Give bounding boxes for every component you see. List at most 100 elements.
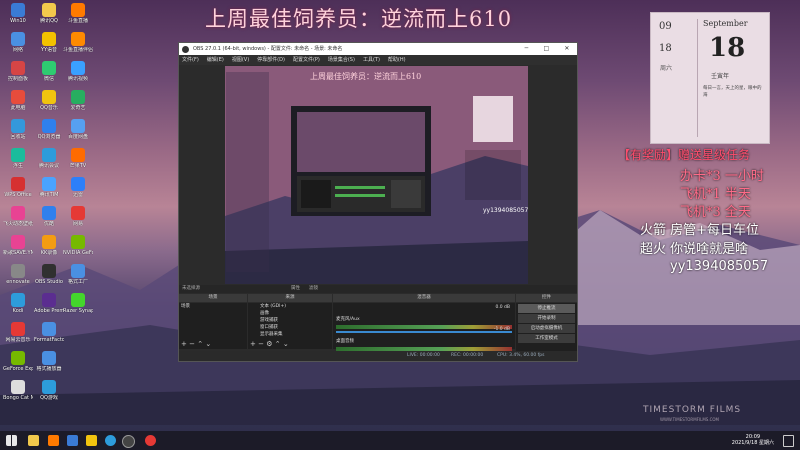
desktop-icon[interactable]: 回收站 xyxy=(3,119,33,140)
move-down-icon[interactable]: ⌄ xyxy=(283,340,289,348)
app-icon xyxy=(71,148,85,162)
stop-streaming-button[interactable]: 停止推流 xyxy=(518,304,575,313)
desktop-icon[interactable]: 腾讯会议 xyxy=(34,148,64,169)
desktop-icon[interactable]: 格式播放器 xyxy=(34,351,64,372)
properties-button[interactable]: 属性 xyxy=(291,285,300,293)
remove-source-icon[interactable]: − xyxy=(258,340,264,348)
windows-start-icon[interactable] xyxy=(6,435,17,446)
desktop-icon-label: 控制面板 xyxy=(7,76,28,82)
menu-view[interactable]: 视图(V) xyxy=(232,55,249,65)
gear-icon[interactable]: ⚙ xyxy=(266,340,272,348)
desktop-icon[interactable]: Adobe Premiere xyxy=(34,293,64,314)
source-item[interactable]: 文本 (GDI+) xyxy=(248,303,332,310)
preview-background xyxy=(225,66,528,284)
desktop-icon-label: 此电脑 xyxy=(10,105,26,111)
desktop-icon[interactable]: FormatFactory xyxy=(34,322,64,343)
desktop-icon[interactable]: 斗鱼直播伴侣 xyxy=(63,32,93,53)
desktop-icon[interactable]: 芒果TV xyxy=(63,148,93,169)
desktop-icon[interactable]: 斗鱼直播 xyxy=(63,3,93,24)
desktop-icon[interactable]: 格式工厂 xyxy=(63,264,93,285)
studio-mode-button[interactable]: 工作室模式 xyxy=(518,334,575,343)
desktop-icon[interactable]: QQ浏览器 xyxy=(34,119,64,140)
add-source-icon[interactable]: + xyxy=(250,340,256,348)
move-up-icon[interactable]: ⌃ xyxy=(197,340,203,348)
obs-taskbar-icon[interactable] xyxy=(122,435,135,448)
app-icon xyxy=(42,148,56,162)
desktop-icon[interactable]: QQ音乐 xyxy=(34,90,64,111)
desktop-icon[interactable]: 迅雷 xyxy=(63,177,93,198)
desktop-icon[interactable]: 浮生 xyxy=(3,148,33,169)
controls-header: 控件 xyxy=(516,294,577,302)
source-item[interactable]: 显示器采集 xyxy=(248,331,332,338)
desktop-icon-label: 浮生 xyxy=(12,163,23,169)
move-up-icon[interactable]: ⌃ xyxy=(275,340,281,348)
desktop-icon[interactable]: ennovate xyxy=(3,264,33,285)
desktop-icon[interactable]: 腾讯TIM xyxy=(34,177,64,198)
desktop-icon[interactable]: 飞火动态壁纸 xyxy=(3,206,33,227)
desktop-icon[interactable]: Bongo Cat Mver.exe xyxy=(3,380,33,401)
live-timer: LIVE: 00:00:00 xyxy=(407,353,440,358)
obs-preview[interactable]: 上周最佳饲养员：逆流而上610 yy1394085057 xyxy=(225,66,528,284)
desktop-icon[interactable]: 此电脑 xyxy=(3,90,33,111)
desktop-icon[interactable]: 百度网盘 xyxy=(63,119,93,140)
desktop-icon[interactable]: 网易 xyxy=(63,206,93,227)
menu-profile[interactable]: 配置文件(P) xyxy=(293,55,320,65)
desktop-icon[interactable]: 腾讯视频 xyxy=(63,61,93,82)
add-scene-icon[interactable]: + xyxy=(181,340,187,348)
menu-tools[interactable]: 工具(T) xyxy=(363,55,380,65)
reward-line-2: 飞机*1 半天 xyxy=(680,187,751,202)
desktop-icon[interactable]: QQ游戏 xyxy=(34,380,64,401)
checkmark-taskbar-icon[interactable] xyxy=(67,435,78,446)
desktop-icon[interactable]: 控制面板 xyxy=(3,61,33,82)
app-icon xyxy=(71,235,85,249)
filters-button[interactable]: 滤镜 xyxy=(309,285,318,293)
desktop-icon[interactable]: 爱奇艺 xyxy=(63,90,93,111)
desktop-icon[interactable]: 新歌SAVE.YM xyxy=(3,235,33,256)
desktop-icon[interactable]: 网络 xyxy=(3,32,33,53)
menu-edit[interactable]: 编辑(E) xyxy=(207,55,224,65)
folder-taskbar-icon[interactable] xyxy=(86,435,97,446)
menu-docks[interactable]: 停靠部件(D) xyxy=(257,55,285,65)
desktop-icon[interactable]: Razer Synapse xyxy=(63,293,93,314)
notification-icon[interactable] xyxy=(783,435,794,447)
desktop-icon[interactable]: 腾讯QQ xyxy=(34,3,64,24)
scene-item[interactable]: 场景 xyxy=(179,303,247,310)
desktop-icon[interactable]: GeForce Experience xyxy=(3,351,33,372)
desktop-icon[interactable]: NVIDIA GeForce xyxy=(63,235,93,256)
remove-scene-icon[interactable]: − xyxy=(189,340,195,348)
start-recording-button[interactable]: 开始录制 xyxy=(518,314,575,323)
desktop-icon-label: 爱奇艺 xyxy=(70,105,86,111)
menu-scene-collection[interactable]: 场景集合(S) xyxy=(328,55,355,65)
source-item[interactable]: 游戏捕获 xyxy=(248,317,332,324)
source-item[interactable]: 窗口捕获 xyxy=(248,324,332,331)
desktop-icon[interactable]: OBS Studio xyxy=(34,264,64,285)
virtual-camera-button[interactable]: 启动虚拟摄像机 xyxy=(518,324,575,333)
desktop-icon[interactable]: Kodi xyxy=(3,293,33,314)
app-icon xyxy=(11,293,25,307)
obs-title: OBS 27.0.1 (64-bit, windows) - 配置文件: 未命名… xyxy=(193,46,343,52)
desktop-icon[interactable]: 微信 xyxy=(34,61,64,82)
calendar-day: 18 xyxy=(659,43,672,54)
obs-window[interactable]: OBS 27.0.1 (64-bit, windows) - 配置文件: 未命名… xyxy=(178,42,578,362)
desktop-icon-label: 网络 xyxy=(12,47,23,53)
menu-file[interactable]: 文件(F) xyxy=(182,55,199,65)
netease-taskbar-icon[interactable] xyxy=(145,435,156,446)
desktop-icon[interactable]: 网易云音乐 xyxy=(3,322,33,343)
browser-taskbar-icon[interactable] xyxy=(105,435,116,446)
menu-help[interactable]: 帮助(H) xyxy=(388,55,406,65)
taskbar-clock[interactable]: 20:09 2021/9/18 星期六 xyxy=(732,434,774,446)
desktop-icon[interactable]: WPS Office xyxy=(3,177,33,198)
obs-titlebar[interactable]: OBS 27.0.1 (64-bit, windows) - 配置文件: 未命名… xyxy=(179,43,577,55)
desktop-icon[interactable]: Win10 xyxy=(3,3,33,24)
close-button[interactable]: ✕ xyxy=(564,43,569,55)
maximize-button[interactable]: □ xyxy=(543,43,549,55)
douyu-taskbar-icon[interactable] xyxy=(48,435,59,446)
desktop-icon[interactable]: YY语音 xyxy=(34,32,64,53)
qq-taskbar-icon[interactable] xyxy=(28,435,39,446)
app-icon xyxy=(11,3,25,17)
source-item[interactable]: 画像 xyxy=(248,310,332,317)
desktop-icon[interactable]: 优酷 xyxy=(34,206,64,227)
move-down-icon[interactable]: ⌄ xyxy=(205,340,211,348)
minimize-button[interactable]: ─ xyxy=(525,43,529,55)
desktop-icon[interactable]: KK录像 xyxy=(34,235,64,256)
